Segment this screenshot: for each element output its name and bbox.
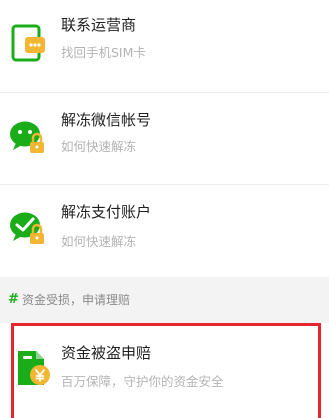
item-title: 解冻支付账户 (61, 203, 152, 221)
hash-icon: # (8, 292, 19, 307)
pay-lock-icon (10, 212, 44, 244)
list-item-contact-carrier[interactable]: 联系运营商 找回手机SIM卡 (0, 0, 329, 92)
section-title: 资金受损，申请理赔 (22, 293, 131, 307)
wechat-lock-icon (10, 121, 44, 153)
item-title: 解冻微信帐号 (61, 111, 152, 129)
highlight-frame (11, 323, 321, 418)
item-subtitle: 找回手机SIM卡 (61, 45, 146, 60)
list-item-unfreeze-wechat[interactable]: 解冻微信帐号 如何快速解冻 (0, 93, 329, 184)
item-subtitle: 如何快速解冻 (61, 139, 137, 154)
list-item-unfreeze-payment[interactable]: 解冻支付账户 如何快速解冻 (0, 185, 329, 277)
carrier-card-icon (11, 24, 45, 62)
item-subtitle: 如何快速解冻 (61, 234, 137, 249)
item-title: 联系运营商 (61, 16, 137, 34)
